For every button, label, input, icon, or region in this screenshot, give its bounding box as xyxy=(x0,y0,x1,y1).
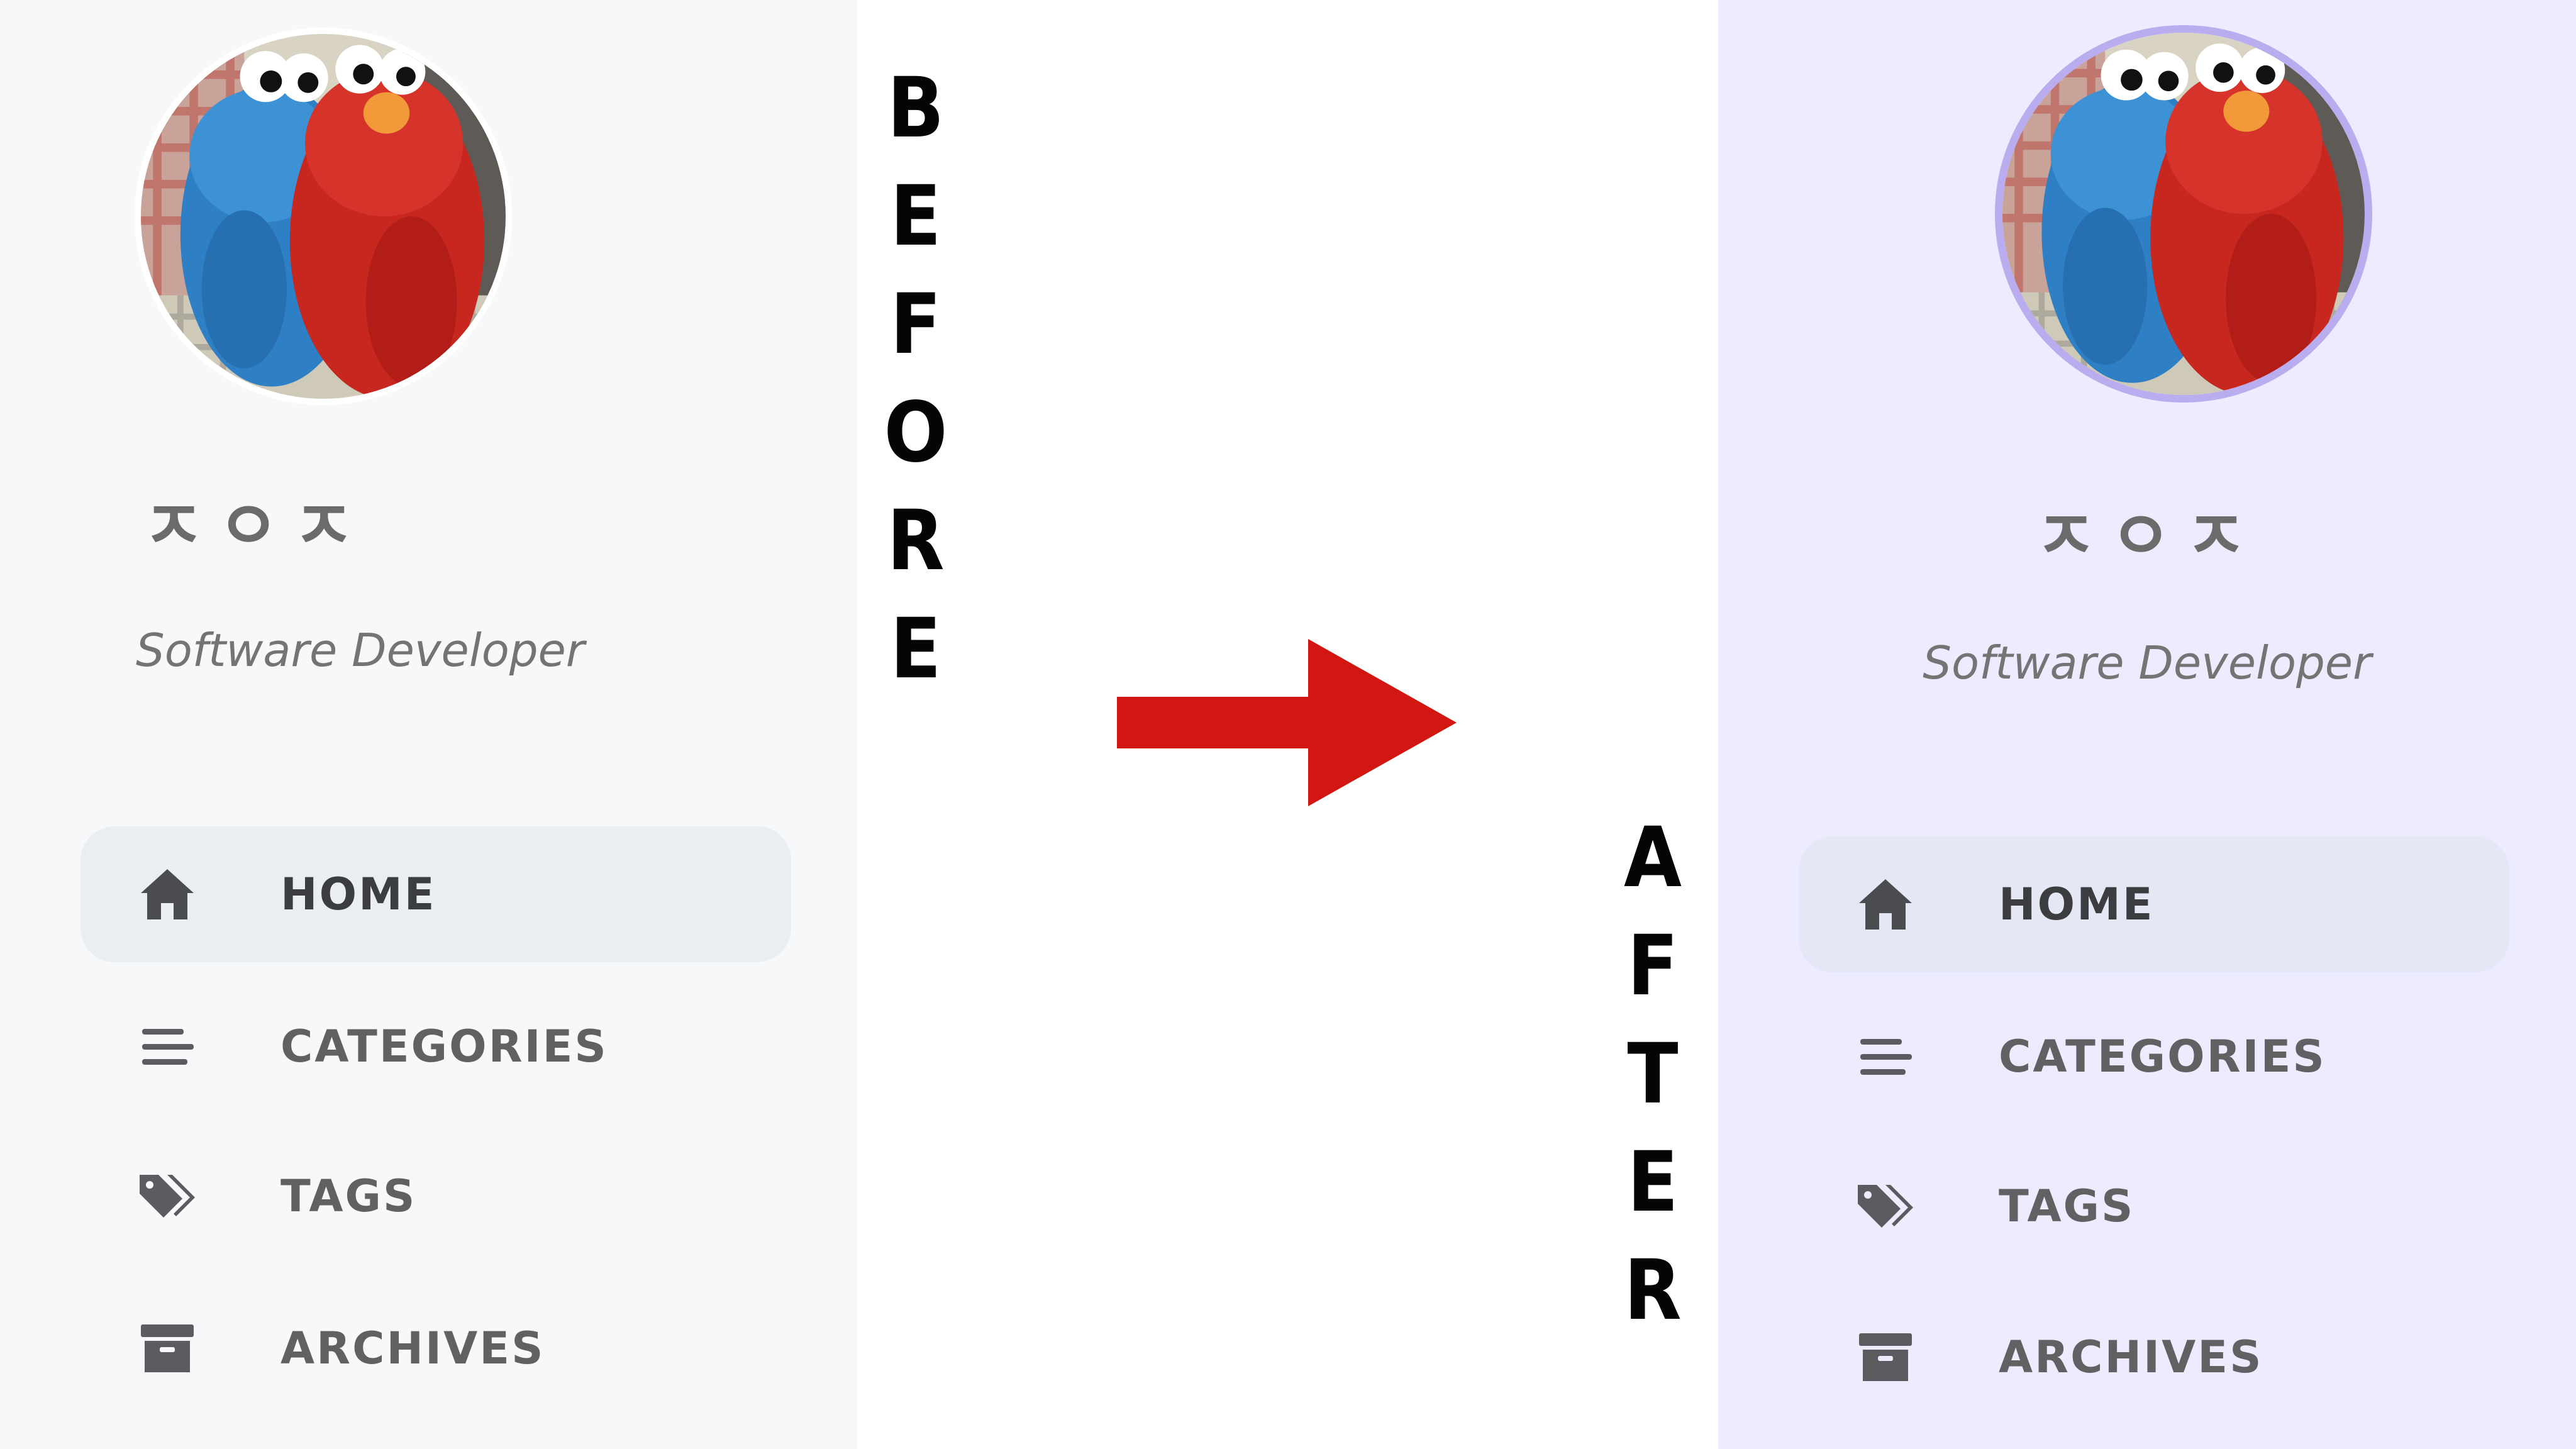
nav-item-archives[interactable]: ARCHIVES xyxy=(80,1280,791,1416)
nav-label: TAGS xyxy=(1999,1180,2135,1232)
nav-label: HOME xyxy=(280,869,436,920)
before-letter: E xyxy=(890,601,941,697)
nav-label: CATEGORIES xyxy=(1999,1031,2326,1082)
nav-label: ARCHIVES xyxy=(280,1323,545,1374)
before-letter: B xyxy=(887,60,945,157)
nav-label: CATEGORIES xyxy=(280,1021,608,1072)
after-letter: A xyxy=(1624,809,1682,906)
nav-item-archives[interactable]: ARCHIVES xyxy=(1799,1289,2509,1425)
after-letter: F xyxy=(1627,918,1679,1014)
avatar[interactable] xyxy=(135,28,512,405)
nav-label: ARCHIVES xyxy=(1999,1331,2263,1383)
home-icon xyxy=(1859,879,1912,930)
site-subtitle: Software Developer xyxy=(1923,636,2372,689)
after-letter: T xyxy=(1627,1026,1679,1123)
nav-item-categories[interactable]: CATEGORIES xyxy=(1799,989,2509,1124)
archive-icon xyxy=(141,1324,194,1372)
tags-icon xyxy=(140,1175,195,1218)
sidebar-before: ㅈㅇㅈ Software Developer HOME CATEGORIES T… xyxy=(0,0,857,1449)
before-letter: F xyxy=(890,276,941,373)
right-arrow-icon xyxy=(1117,639,1457,806)
site-title[interactable]: ㅈㅇㅈ xyxy=(1718,503,2576,571)
tags-icon xyxy=(1858,1185,1913,1228)
nav-label: HOME xyxy=(1999,879,2155,930)
before-letter: R xyxy=(887,492,945,589)
home-icon xyxy=(141,869,194,919)
comparison-canvas: ㅈㅇㅈ Software Developer HOME CATEGORIES T… xyxy=(0,0,2576,1449)
nav-item-home[interactable]: HOME xyxy=(80,826,791,962)
before-letter: E xyxy=(890,168,941,265)
stream-icon xyxy=(142,1029,194,1065)
arrow-shape xyxy=(1117,639,1457,806)
stream-icon xyxy=(1860,1039,1912,1075)
before-letter: O xyxy=(884,384,948,481)
avatar-image xyxy=(2002,33,2365,395)
nav-item-categories[interactable]: CATEGORIES xyxy=(80,979,791,1114)
before-label: B E F O R E xyxy=(865,54,966,703)
archive-icon xyxy=(1859,1333,1912,1381)
after-letter: R xyxy=(1624,1242,1682,1339)
avatar-image xyxy=(141,34,506,399)
avatar[interactable] xyxy=(1995,25,2372,402)
nav-item-tags[interactable]: TAGS xyxy=(80,1128,791,1264)
nav-item-home[interactable]: HOME xyxy=(1799,836,2509,972)
nav-label: TAGS xyxy=(280,1170,417,1222)
sidebar-after: ㅈㅇㅈ Software Developer HOME CATEGORIES T… xyxy=(1718,0,2576,1449)
after-label: A F T E R xyxy=(1602,804,1703,1345)
site-title[interactable]: ㅈㅇㅈ xyxy=(142,493,367,561)
after-letter: E xyxy=(1627,1134,1679,1231)
site-subtitle: Software Developer xyxy=(136,624,585,677)
nav-item-tags[interactable]: TAGS xyxy=(1799,1138,2509,1274)
